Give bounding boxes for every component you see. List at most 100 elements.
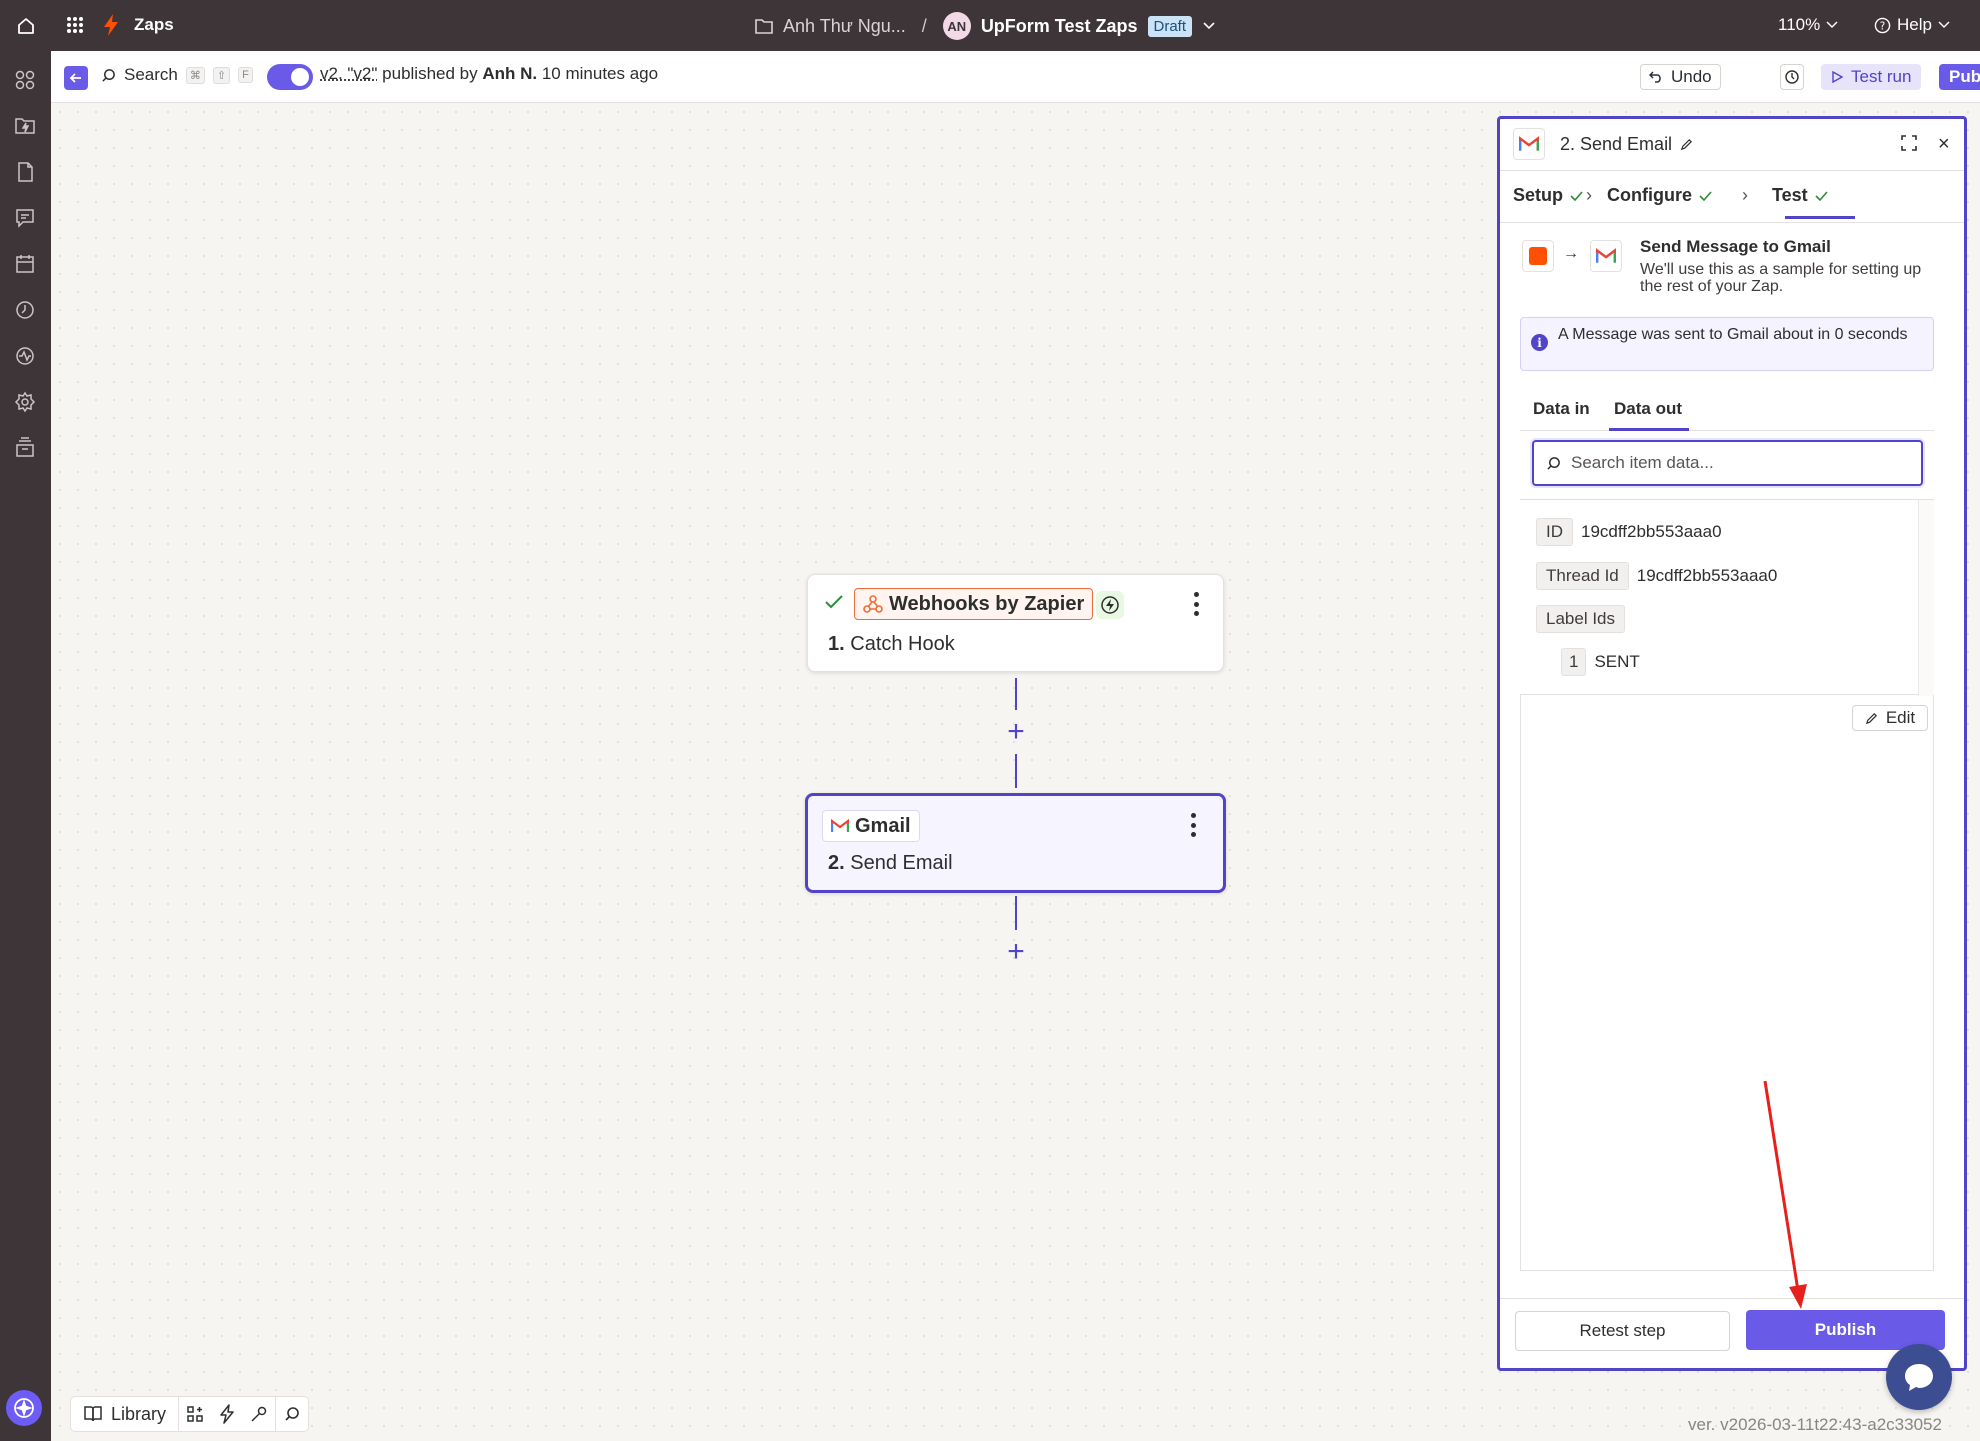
version-link[interactable]: v2. "v2" — [320, 64, 377, 83]
annotation-arrow — [1763, 1080, 1807, 1309]
step-menu-icon[interactable] — [1188, 813, 1198, 837]
help-label: Help — [1897, 15, 1932, 34]
add-step-button[interactable]: + — [1004, 717, 1028, 747]
tab-data-out[interactable]: Data out — [1614, 399, 1682, 419]
app-grid-icon[interactable] — [64, 14, 86, 36]
help-menu[interactable]: ? Help — [1874, 15, 1950, 35]
bolt-icon[interactable] — [211, 1396, 243, 1432]
gmail-icon — [1590, 240, 1622, 272]
data-row[interactable]: ID 19cdff2bb553aaa0 — [1536, 518, 1722, 546]
avatar: AN — [942, 12, 971, 40]
check-icon — [1699, 190, 1712, 201]
chevron-right-icon: › — [1586, 185, 1592, 205]
search-item-data[interactable] — [1532, 440, 1923, 486]
top-bar: Zaps Anh Thư Ngu... / AN UpForm Test Zap… — [0, 0, 1980, 51]
home-icon[interactable] — [12, 12, 40, 40]
pencil-icon — [1680, 139, 1693, 151]
history-icon[interactable] — [14, 299, 36, 321]
play-icon — [1832, 71, 1843, 83]
data-value: SENT — [1594, 652, 1640, 671]
chat-icon — [1905, 1364, 1933, 1391]
summary-description: We'll use this as a sample for setting u… — [1640, 261, 1922, 295]
library-button[interactable]: Library — [71, 1397, 180, 1431]
arrow-right-icon: → — [1563, 245, 1579, 262]
archive-icon[interactable] — [14, 437, 36, 459]
zapier-icon — [1522, 240, 1554, 272]
output-data-list: ID 19cdff2bb553aaa0 Thread Id 19cdff2bb5… — [1520, 499, 1934, 696]
undo-button[interactable]: Undo — [1640, 64, 1721, 90]
step-node-catch-hook[interactable]: Webhooks by Zapier 1. Catch Hook — [807, 574, 1224, 672]
active-tab-indicator — [1785, 216, 1855, 219]
scrollbar[interactable] — [1918, 500, 1934, 696]
calendar-icon[interactable] — [14, 253, 36, 275]
zoom-control[interactable]: 110% — [1778, 15, 1838, 35]
zaps-folder-icon[interactable] — [14, 115, 36, 137]
step-title: 1. Catch Hook — [828, 633, 955, 655]
search-icon — [1547, 456, 1560, 470]
settings-icon[interactable] — [14, 391, 36, 413]
interfaces-icon[interactable] — [14, 207, 36, 229]
expand-icon[interactable] — [1901, 135, 1917, 151]
shortcut-key: F — [238, 67, 253, 83]
chevron-down-icon — [1938, 21, 1950, 29]
data-value: 19cdff2bb553aaa0 — [1581, 522, 1722, 541]
apps-icon[interactable] — [14, 69, 36, 91]
search-button[interactable]: Search ⌘ ⇧ F — [101, 65, 253, 85]
step-title: 2. Send Email — [828, 852, 953, 874]
folder-icon — [755, 18, 773, 34]
version-history-button[interactable] — [1780, 64, 1804, 90]
templates-icon[interactable] — [179, 1396, 211, 1432]
back-button[interactable] — [64, 66, 88, 90]
step-node-send-email[interactable]: Gmail 2. Send Email — [805, 793, 1226, 893]
data-tabs: Data in Data out — [1520, 387, 1934, 431]
search-icon — [102, 68, 115, 82]
info-text: A Message was sent to Gmail about in 0 s… — [1558, 326, 1908, 343]
edit-button[interactable]: Edit — [1852, 705, 1928, 731]
gmail-icon — [831, 819, 849, 832]
folder-name[interactable]: Anh Thư Ngu... — [783, 16, 906, 37]
zap-name[interactable]: UpForm Test Zaps — [981, 16, 1138, 37]
chevron-down-icon[interactable] — [1202, 21, 1216, 31]
step-details-panel: 2. Send Email × Setup › Configure › Test… — [1497, 116, 1967, 1371]
data-row[interactable]: 1 SENT — [1561, 648, 1640, 676]
add-step-button[interactable]: + — [1004, 937, 1028, 967]
copilot-icon[interactable] — [6, 1390, 42, 1426]
step-menu-icon[interactable] — [1191, 592, 1201, 616]
tab-test[interactable]: Test — [1772, 185, 1828, 206]
tools-icon[interactable] — [243, 1396, 275, 1432]
panel-title[interactable]: 2. Send Email — [1560, 134, 1693, 155]
retest-step-button[interactable]: Retest step — [1515, 1311, 1730, 1351]
summary-title: Send Message to Gmail — [1640, 237, 1831, 256]
app-name: Webhooks by Zapier — [889, 592, 1085, 615]
close-icon[interactable]: × — [1938, 133, 1950, 156]
tab-setup[interactable]: Setup — [1513, 185, 1583, 206]
connector-line — [1015, 896, 1017, 930]
zap-bolt-icon — [102, 13, 120, 37]
search-item-data-input[interactable] — [1571, 453, 1891, 473]
zap-on-toggle[interactable] — [267, 64, 313, 90]
app-title[interactable]: Zaps — [134, 15, 174, 35]
undo-label: Undo — [1671, 67, 1712, 86]
connector-line — [1015, 678, 1017, 710]
chevron-down-icon — [1826, 21, 1838, 29]
webhook-icon — [863, 595, 883, 613]
search-label: Search — [124, 65, 178, 84]
activity-icon[interactable] — [14, 345, 36, 367]
pencil-icon — [1865, 712, 1877, 724]
search-icon[interactable] — [276, 1396, 308, 1432]
shortcut-key: ⌘ — [185, 66, 205, 84]
step-tabs: Setup › Configure › Test — [1500, 171, 1964, 223]
left-rail — [0, 51, 51, 1441]
data-row[interactable]: Thread Id 19cdff2bb553aaa0 — [1536, 562, 1777, 590]
clock-icon — [1785, 70, 1799, 84]
chat-support-button[interactable] — [1886, 1344, 1952, 1410]
info-banner: i A Message was sent to Gmail about in 0… — [1520, 317, 1934, 371]
tables-icon[interactable] — [14, 161, 36, 183]
shortcut-key: ⇧ — [212, 66, 231, 84]
app-chip-gmail: Gmail — [822, 810, 920, 842]
tab-data-in[interactable]: Data in — [1533, 399, 1590, 419]
tab-configure[interactable]: Configure — [1607, 185, 1712, 206]
data-row[interactable]: Label Ids — [1536, 605, 1625, 633]
publish-button-top[interactable]: Publish — [1939, 64, 1980, 90]
test-run-button[interactable]: Test run — [1821, 64, 1922, 90]
